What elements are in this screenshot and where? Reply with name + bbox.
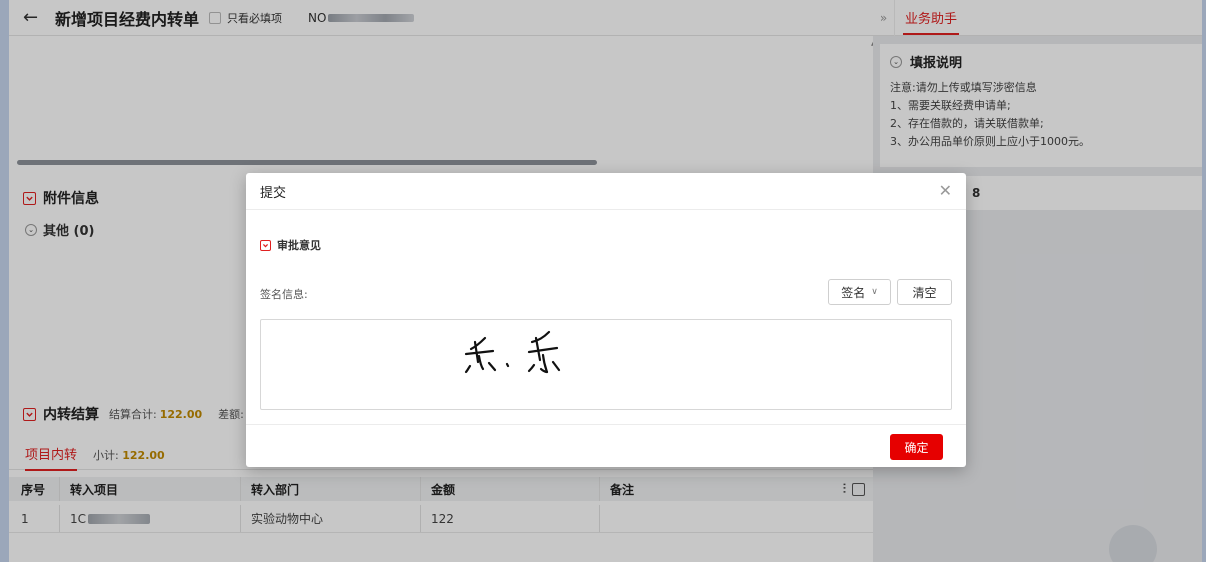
signature-select-value: 签名 — [841, 285, 866, 300]
signature-pad[interactable] — [260, 319, 952, 410]
signature-select[interactable]: 签名 ∨ — [828, 279, 891, 305]
confirm-button[interactable]: 确定 — [890, 434, 943, 460]
close-icon[interactable]: ✕ — [939, 183, 952, 199]
dialog-footer: 确定 — [246, 424, 966, 467]
sign-info-label: 签名信息: — [260, 288, 308, 301]
clear-button[interactable]: 清空 — [897, 279, 952, 305]
approval-section-header[interactable]: 审批意见 — [260, 237, 321, 253]
collapse-box-icon[interactable] — [260, 239, 271, 251]
approval-label: 审批意见 — [277, 239, 321, 252]
submit-dialog: 提交 ✕ 审批意见 签名信息: 签名 ∨ 清空 确定 — [246, 173, 966, 467]
dialog-header: 提交 ✕ — [246, 173, 966, 210]
handwritten-signature — [464, 330, 561, 374]
chevron-down-icon: ∨ — [871, 287, 878, 297]
dialog-title: 提交 — [260, 185, 287, 201]
